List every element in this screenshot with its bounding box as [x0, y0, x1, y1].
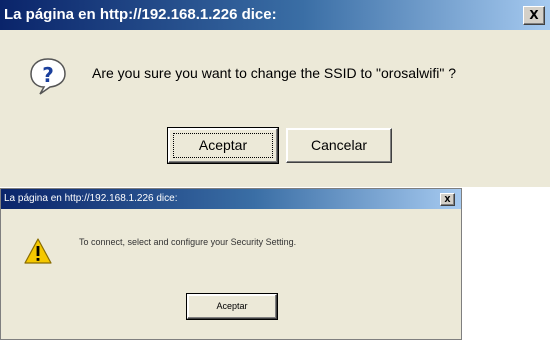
dialog-title-bar[interactable]: La página en http://192.168.1.226 dice: — [0, 0, 550, 30]
cancel-button-label: Cancelar — [310, 137, 368, 153]
confirm-dialog: La página en http://192.168.1.226 dice: … — [0, 0, 550, 187]
dialog-message: Are you sure you want to change the SSID… — [92, 65, 457, 81]
accept-button[interactable]: Aceptar — [167, 127, 279, 164]
warning-icon — [23, 237, 53, 265]
svg-text:?: ? — [42, 63, 54, 87]
dialog-title-bar[interactable]: La página en http://192.168.1.226 dice: — [1, 189, 461, 209]
accept-button[interactable]: Aceptar — [186, 293, 278, 320]
close-icon: X — [529, 8, 539, 22]
close-button[interactable]: X — [523, 6, 545, 25]
close-icon: X — [444, 195, 451, 204]
dialog-message: To connect, select and configure your Se… — [79, 237, 297, 247]
question-icon: ? — [28, 56, 68, 96]
cancel-button[interactable]: Cancelar — [286, 128, 392, 163]
dialog-title: La página en http://192.168.1.226 dice: — [4, 6, 277, 23]
dialog-title: La página en http://192.168.1.226 dice: — [4, 193, 178, 204]
accept-button-label: Aceptar — [198, 137, 248, 153]
alert-dialog: La página en http://192.168.1.226 dice: … — [0, 188, 462, 340]
close-button[interactable]: X — [440, 193, 455, 206]
accept-button-label: Aceptar — [216, 301, 248, 311]
